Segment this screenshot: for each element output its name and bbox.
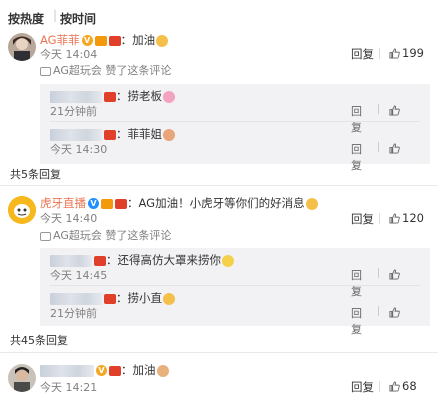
like-button[interactable] — [389, 103, 402, 116]
blurred-username — [50, 292, 102, 305]
avatar[interactable] — [8, 364, 36, 392]
colon: ： — [121, 363, 133, 377]
red-badge-icon — [108, 35, 121, 46]
thumb-up-icon — [389, 268, 400, 280]
reply-text: 菲菲姐 — [127, 127, 163, 141]
sort-by-hot-tab[interactable]: 按热度 — [8, 10, 44, 27]
like-count: 68 — [402, 379, 417, 393]
blurred-username — [40, 364, 94, 377]
comment-divider — [0, 185, 438, 186]
like-button[interactable] — [389, 305, 402, 318]
like-count: 199 — [402, 46, 424, 60]
thumb-up-icon — [389, 104, 400, 116]
liked-notice-text: AG超玩会 赞了这条评论 — [53, 229, 172, 242]
emoji-icon — [305, 197, 318, 210]
red-badge-icon — [104, 91, 116, 102]
like-notice-icon — [40, 231, 51, 241]
thumb-up-icon — [389, 381, 400, 392]
liked-notice: AG超玩会 赞了这条评论 — [40, 62, 171, 78]
red-badge-icon — [104, 129, 116, 140]
reply-text: 还得高仿大罩来捞你 — [117, 253, 222, 267]
emoji-icon — [156, 364, 169, 377]
blurred-username — [50, 254, 92, 267]
comment-text: AG加油！小虎牙等你们的好消息 — [138, 196, 305, 210]
action-separator — [378, 306, 379, 316]
sort-bar: 按热度 | 按时间 — [0, 0, 438, 34]
comment-text: 加油 — [132, 363, 156, 377]
comment-text: 加油 — [132, 33, 156, 47]
red-badge-icon — [94, 255, 106, 266]
like-button[interactable]: 68 — [389, 379, 417, 393]
like-notice-icon — [40, 66, 51, 76]
reply-time: 21分钟前 — [50, 105, 97, 118]
thumb-up-icon — [389, 48, 400, 59]
reply-button[interactable]: 回复 — [351, 379, 374, 395]
emoji-icon — [156, 34, 169, 47]
colon: ： — [120, 33, 133, 47]
comment-time: 今天 14:21 — [40, 381, 98, 394]
vip-badge-icon — [101, 198, 113, 209]
like-button[interactable]: 120 — [389, 211, 424, 225]
thumb-up-icon — [389, 306, 400, 318]
like-button[interactable] — [389, 267, 402, 280]
comment-username[interactable]: 虎牙直播 — [40, 196, 86, 210]
action-separator — [379, 381, 380, 392]
colon: ： — [116, 127, 128, 141]
reply-time: 21分钟前 — [50, 307, 97, 320]
reply-button[interactable]: 回复 — [351, 46, 374, 62]
reply-divider — [50, 121, 420, 122]
reply-list: ：还得高仿大罩来捞你 今天 14:45 回复 ：捞小直 21分钟前 回复 — [40, 248, 430, 336]
blurred-username — [50, 128, 102, 141]
more-replies-link[interactable]: 共5条回复 — [10, 166, 61, 182]
emoji-icon — [163, 292, 175, 305]
thumb-up-icon — [389, 213, 400, 224]
red-badge-icon — [115, 198, 127, 209]
action-separator — [378, 104, 379, 114]
verified-v-icon: V — [81, 35, 93, 46]
action-separator — [379, 213, 380, 224]
colon: ： — [116, 89, 128, 103]
reply-button[interactable]: 回复 — [351, 267, 362, 299]
action-separator — [378, 268, 379, 278]
red-badge-icon — [104, 293, 116, 304]
like-count: 120 — [402, 211, 424, 225]
action-separator — [379, 48, 380, 59]
emoji-icon — [222, 254, 234, 267]
comment-username[interactable]: AG菲菲 — [40, 33, 80, 47]
reply-time: 今天 14:30 — [50, 143, 108, 156]
avatar[interactable] — [8, 33, 36, 61]
reply-time: 今天 14:45 — [50, 269, 108, 282]
comment-time: 今天 14:04 — [40, 48, 98, 61]
comment-divider — [0, 352, 438, 353]
avatar[interactable] — [8, 196, 36, 224]
colon: ： — [116, 291, 128, 305]
thumb-up-icon — [389, 142, 400, 154]
sort-by-time-tab[interactable]: 按时间 — [60, 10, 96, 27]
comment-time: 今天 14:40 — [40, 212, 98, 225]
reply-button[interactable]: 回复 — [351, 305, 362, 337]
red-badge-icon — [109, 365, 121, 376]
reply-text: 捞老板 — [127, 89, 163, 103]
liked-notice: AG超玩会 赞了这条评论 — [40, 227, 171, 243]
blurred-username — [50, 90, 102, 103]
emoji-icon — [163, 128, 175, 141]
reply-button[interactable]: 回复 — [351, 141, 362, 173]
colon: ： — [127, 196, 139, 210]
vip-badge-icon — [94, 35, 107, 46]
reply-button[interactable]: 回复 — [351, 211, 374, 227]
emoji-icon — [163, 90, 175, 103]
verified-v-icon: V — [96, 365, 107, 376]
action-separator — [378, 142, 379, 152]
colon: ： — [106, 253, 118, 267]
sort-separator: | — [53, 8, 58, 22]
like-button[interactable]: 199 — [389, 46, 424, 60]
verified-v-icon: V — [88, 198, 99, 209]
reply-divider — [50, 285, 420, 286]
liked-notice-text: AG超玩会 赞了这条评论 — [53, 64, 172, 77]
reply-list: ：捞老板 21分钟前 回复 ：菲菲姐 今天 14:30 回复 — [40, 84, 430, 172]
reply-button[interactable]: 回复 — [351, 103, 362, 135]
more-replies-link[interactable]: 共45条回复 — [10, 332, 68, 348]
like-button[interactable] — [389, 141, 402, 154]
reply-text: 捞小直 — [127, 291, 163, 305]
